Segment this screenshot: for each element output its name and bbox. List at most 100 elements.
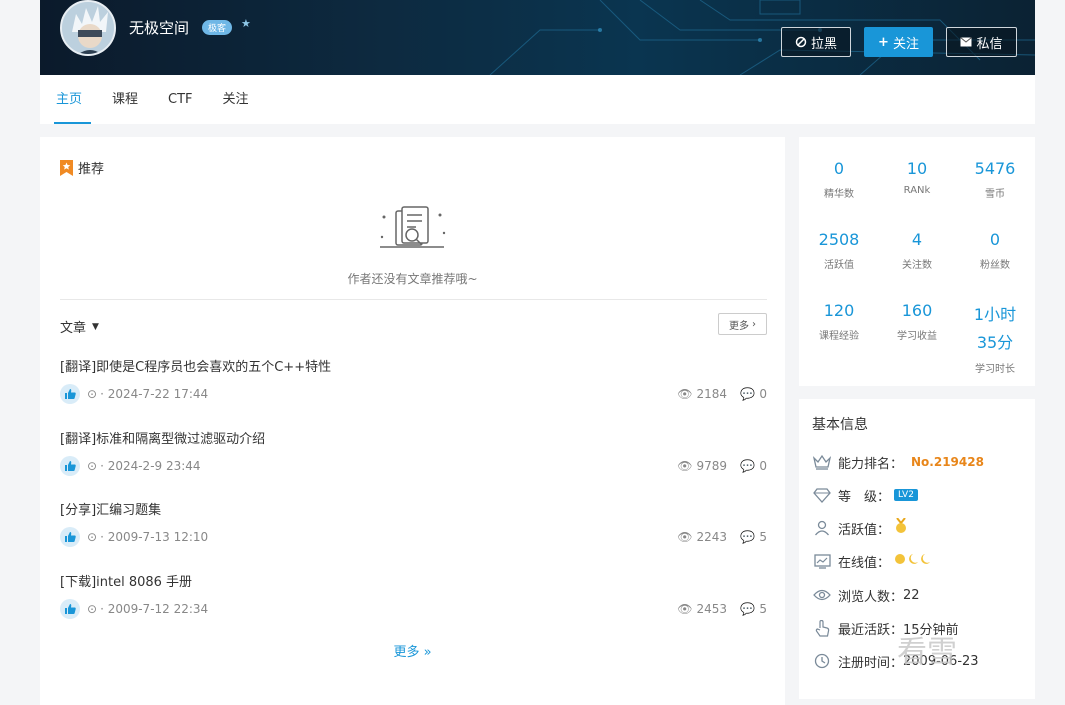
article-comments-count: 5 — [759, 530, 767, 544]
article-comments: 💬 5 — [740, 602, 767, 616]
article-item: [翻译]即使是C程序员也会喜欢的五个C++特性 ⊙ · 2024-7-22 17… — [60, 356, 767, 416]
more-button-label: 更多 — [729, 320, 749, 332]
article-date-text: · 2024-2-9 23:44 — [100, 459, 201, 473]
message-button[interactable]: 私信 — [946, 27, 1017, 57]
info-rank-row: 能力排名： No.219428 — [812, 452, 984, 472]
info-views-value: 22 — [903, 587, 920, 603]
stat-label: 粉丝数 — [980, 260, 1010, 271]
diamond-icon — [812, 485, 832, 505]
article-comments: 💬 0 — [740, 387, 767, 401]
message-button-label: 私信 — [976, 36, 1003, 52]
articles-dropdown[interactable]: 文章 ▼ — [60, 317, 99, 336]
stat-study-income[interactable]: 160 学习收益 — [878, 301, 956, 342]
article-views-count: 9789 — [696, 459, 727, 473]
caret-down-icon: ▼ — [92, 321, 99, 332]
article-item: [下载]intel 8086 手册 ⊙ · 2009-7-12 22:34 👁 … — [60, 571, 767, 631]
article-title[interactable]: [下载]intel 8086 手册 — [60, 571, 192, 590]
activity-medal-icon — [894, 517, 908, 538]
article-title[interactable]: [翻译]即使是C程序员也会喜欢的五个C++特性 — [60, 356, 331, 375]
thumbs-up-icon[interactable] — [60, 456, 80, 476]
article-meta: ⊙ · 2024-7-22 17:44 👁 2184 💬 0 — [60, 384, 767, 406]
stat-following[interactable]: 4 关注数 — [878, 230, 956, 271]
empty-documents-icon — [380, 206, 446, 248]
stat-label: 雪币 — [985, 189, 1005, 200]
article-views-count: 2184 — [696, 387, 727, 401]
empty-recommend-text: 作者还没有文章推荐哦~ — [347, 272, 478, 286]
article-date-text: · 2009-7-13 12:10 — [100, 530, 209, 544]
thumbs-up-icon[interactable] — [60, 599, 80, 619]
tab-ctf[interactable]: CTF — [167, 75, 194, 124]
plus-icon: + — [878, 34, 889, 50]
info-views-row: 浏览人数： 22 — [812, 585, 920, 605]
stat-value: 120 — [823, 301, 855, 320]
pointer-hand-icon — [812, 618, 832, 638]
block-button[interactable]: 拉黑 — [781, 27, 851, 57]
thumbs-up-icon[interactable] — [60, 384, 80, 404]
tab-following[interactable]: 关注 — [222, 75, 250, 124]
article-date-text: · 2024-7-22 17:44 — [100, 387, 209, 401]
article-comments: 💬 0 — [740, 459, 767, 473]
stat-value: 10 — [906, 159, 928, 178]
more-articles-link[interactable]: 更多 » — [40, 641, 785, 660]
article-views-count: 2453 — [696, 602, 727, 616]
info-online-row: 在线值： — [812, 551, 934, 571]
article-comments-count: 0 — [759, 459, 767, 473]
online-sun-moon-icon — [894, 553, 934, 569]
article-meta: ⊙ · 2009-7-13 12:10 👁 2243 💬 5 — [60, 527, 767, 549]
follow-button-label: 关注 — [892, 36, 919, 52]
stat-label: 学习收益 — [897, 331, 937, 342]
follow-button[interactable]: + 关注 — [864, 27, 933, 57]
recommend-title: 推荐 — [78, 162, 105, 177]
profile-banner: 无极空间 极客 ★ 拉黑 + 关注 私信 — [40, 0, 1035, 75]
tab-courses[interactable]: 课程 — [111, 75, 139, 124]
info-rank-value: No.219428 — [911, 455, 984, 469]
profile-tabs: 主页 课程 CTF 关注 — [40, 75, 1035, 124]
section-divider — [60, 299, 767, 300]
stat-value: 2508 — [818, 230, 860, 249]
stats-card: 0 精华数 10 RANk 5476 雪币 2508 活跃值 4 关注数 0 粉… — [799, 137, 1035, 386]
stat-study-time[interactable]: 1小时 35分 学习时长 — [956, 301, 1034, 375]
article-date-text: · 2009-7-12 22:34 — [100, 602, 209, 616]
stat-rank[interactable]: 10 RANk — [878, 159, 956, 196]
stat-followers[interactable]: 0 粉丝数 — [956, 230, 1034, 271]
article-date: ⊙ · 2024-7-22 17:44 — [87, 387, 208, 401]
article-date: ⊙ · 2009-7-13 12:10 — [87, 530, 208, 544]
info-register-label: 注册时间： — [838, 655, 904, 671]
more-button[interactable]: 更多 › — [718, 313, 767, 335]
stat-coins[interactable]: 5476 雪币 — [956, 159, 1034, 200]
thumbs-up-icon[interactable] — [60, 527, 80, 547]
envelope-icon — [960, 37, 973, 47]
article-comments-count: 5 — [759, 602, 767, 616]
basic-info-title: 基本信息 — [812, 417, 868, 433]
article-date: ⊙ · 2009-7-12 22:34 — [87, 602, 208, 616]
eye-icon: 👁 — [677, 387, 693, 401]
info-last-active-label: 最近活跃： — [838, 622, 904, 638]
avatar[interactable] — [60, 0, 116, 56]
article-item: [翻译]标准和隔离型微过滤驱动介绍 ⊙ · 2024-2-9 23:44 👁 9… — [60, 428, 767, 488]
article-views-count: 2243 — [696, 530, 727, 544]
stat-label: 精华数 — [824, 189, 854, 200]
stat-value: 160 — [901, 301, 933, 320]
stat-label: 关注数 — [902, 260, 932, 271]
article-title[interactable]: [翻译]标准和隔离型微过滤驱动介绍 — [60, 428, 265, 447]
username: 无极空间 — [129, 19, 190, 37]
recommend-header: 推荐 — [60, 158, 104, 177]
user-title-badge: 极客 — [202, 20, 233, 35]
stat-label: 课程经验 — [819, 331, 859, 342]
eye-icon: 👁 — [677, 530, 693, 544]
article-title[interactable]: [分享]汇编习题集 — [60, 499, 161, 518]
stat-activity[interactable]: 2508 活跃值 — [800, 230, 878, 271]
tab-home[interactable]: 主页 — [53, 75, 92, 124]
stat-course-exp[interactable]: 120 课程经验 — [800, 301, 878, 342]
info-level-label: 等 级： — [838, 489, 891, 505]
block-button-label: 拉黑 — [810, 36, 837, 52]
stat-value: 0 — [833, 159, 845, 178]
comment-icon: 💬 — [740, 387, 756, 401]
article-views: 👁 2243 — [677, 530, 727, 544]
stat-essence[interactable]: 0 精华数 — [800, 159, 878, 200]
stat-value: 0 — [989, 230, 1001, 249]
watermark-text: 看雪 — [897, 635, 957, 670]
monitor-chart-icon — [812, 551, 832, 571]
stat-value-line1: 1小时 — [973, 305, 1017, 324]
comment-icon: 💬 — [740, 602, 756, 616]
